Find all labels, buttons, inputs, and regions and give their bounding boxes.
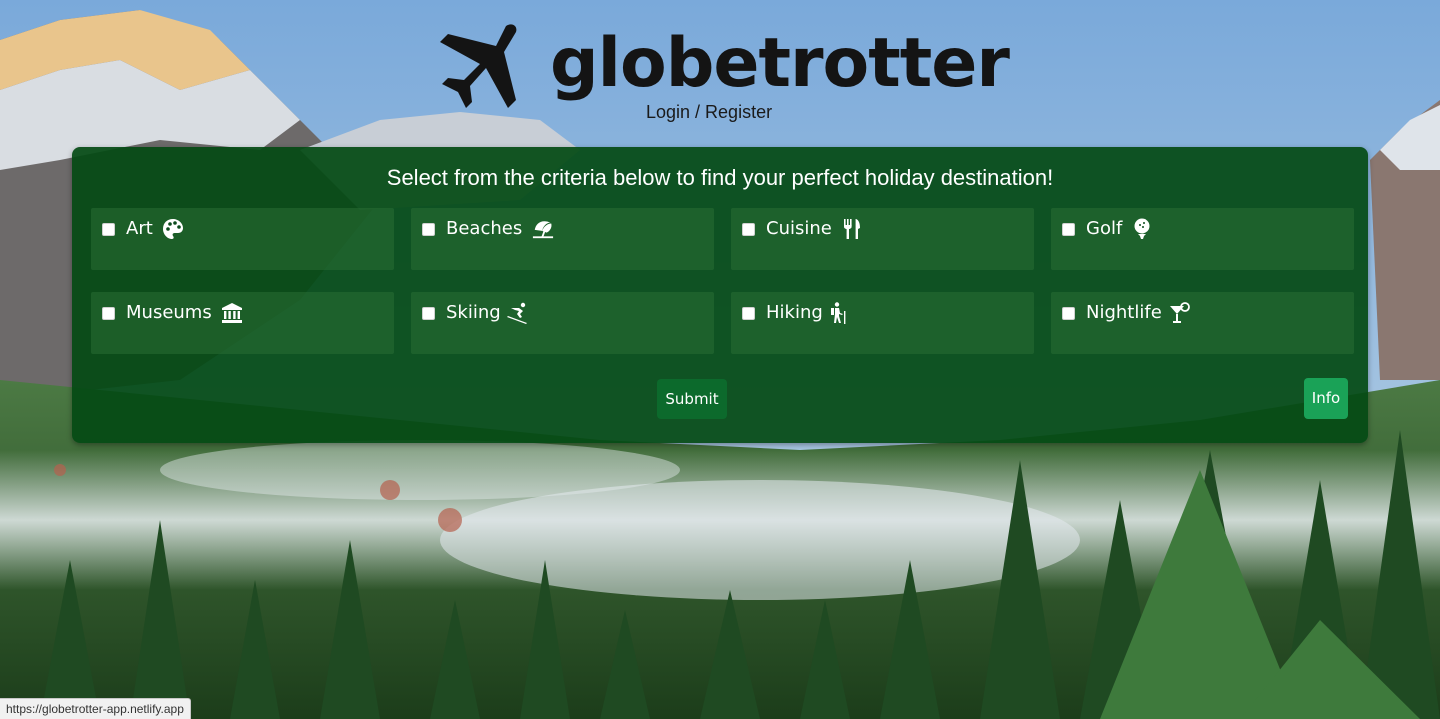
status-bar-url: https://globetrotter-app.netlify.app (0, 698, 191, 719)
museums-checkbox[interactable] (102, 307, 115, 320)
beaches-checkbox[interactable] (422, 223, 435, 236)
criteria-panel: Select from the criteria below to find y… (72, 147, 1368, 443)
utensils-icon (844, 219, 860, 239)
airplane-icon (440, 24, 517, 108)
hiking-checkbox[interactable] (742, 307, 755, 320)
skiing-icon (507, 302, 527, 324)
palette-icon (163, 219, 183, 239)
option-skiing[interactable]: Skiing (411, 292, 714, 354)
option-label: Museums (126, 302, 212, 323)
option-label: Art (126, 218, 153, 239)
page: globetrotter Login / Register Select fro… (0, 0, 1440, 719)
option-hiking[interactable]: Hiking (731, 292, 1034, 354)
option-golf[interactable]: Golf (1051, 208, 1354, 270)
option-label: Skiing (446, 302, 501, 323)
option-label: Beaches (446, 218, 523, 239)
golf-checkbox[interactable] (1062, 223, 1075, 236)
option-label: Hiking (766, 302, 823, 323)
umbrella-beach-icon (532, 221, 554, 239)
panel-heading: Select from the criteria below to find y… (386, 165, 1054, 190)
option-beaches[interactable]: Beaches (411, 208, 714, 270)
option-cuisine[interactable]: Cuisine (731, 208, 1034, 270)
art-checkbox[interactable] (102, 223, 115, 236)
option-museums[interactable]: Museums (91, 292, 394, 354)
cocktail-icon (1170, 302, 1190, 323)
cuisine-checkbox[interactable] (742, 223, 755, 236)
option-nightlife[interactable]: Nightlife (1051, 292, 1354, 354)
option-art[interactable]: Art (91, 208, 394, 270)
skiing-checkbox[interactable] (422, 307, 435, 320)
hiking-icon (831, 302, 846, 324)
brand-header: globetrotter Login / Register (420, 22, 1020, 132)
submit-button[interactable]: Submit (657, 379, 727, 419)
golf-ball-icon (1134, 218, 1150, 239)
info-button[interactable]: Info (1304, 378, 1348, 419)
logo-text[interactable]: globetrotter (550, 24, 1010, 104)
login-register-link[interactable]: Login / Register (646, 102, 772, 123)
nightlife-checkbox[interactable] (1062, 307, 1075, 320)
landmark-icon (222, 303, 242, 323)
option-label: Nightlife (1086, 302, 1162, 323)
option-label: Golf (1086, 218, 1123, 239)
option-label: Cuisine (766, 218, 832, 239)
